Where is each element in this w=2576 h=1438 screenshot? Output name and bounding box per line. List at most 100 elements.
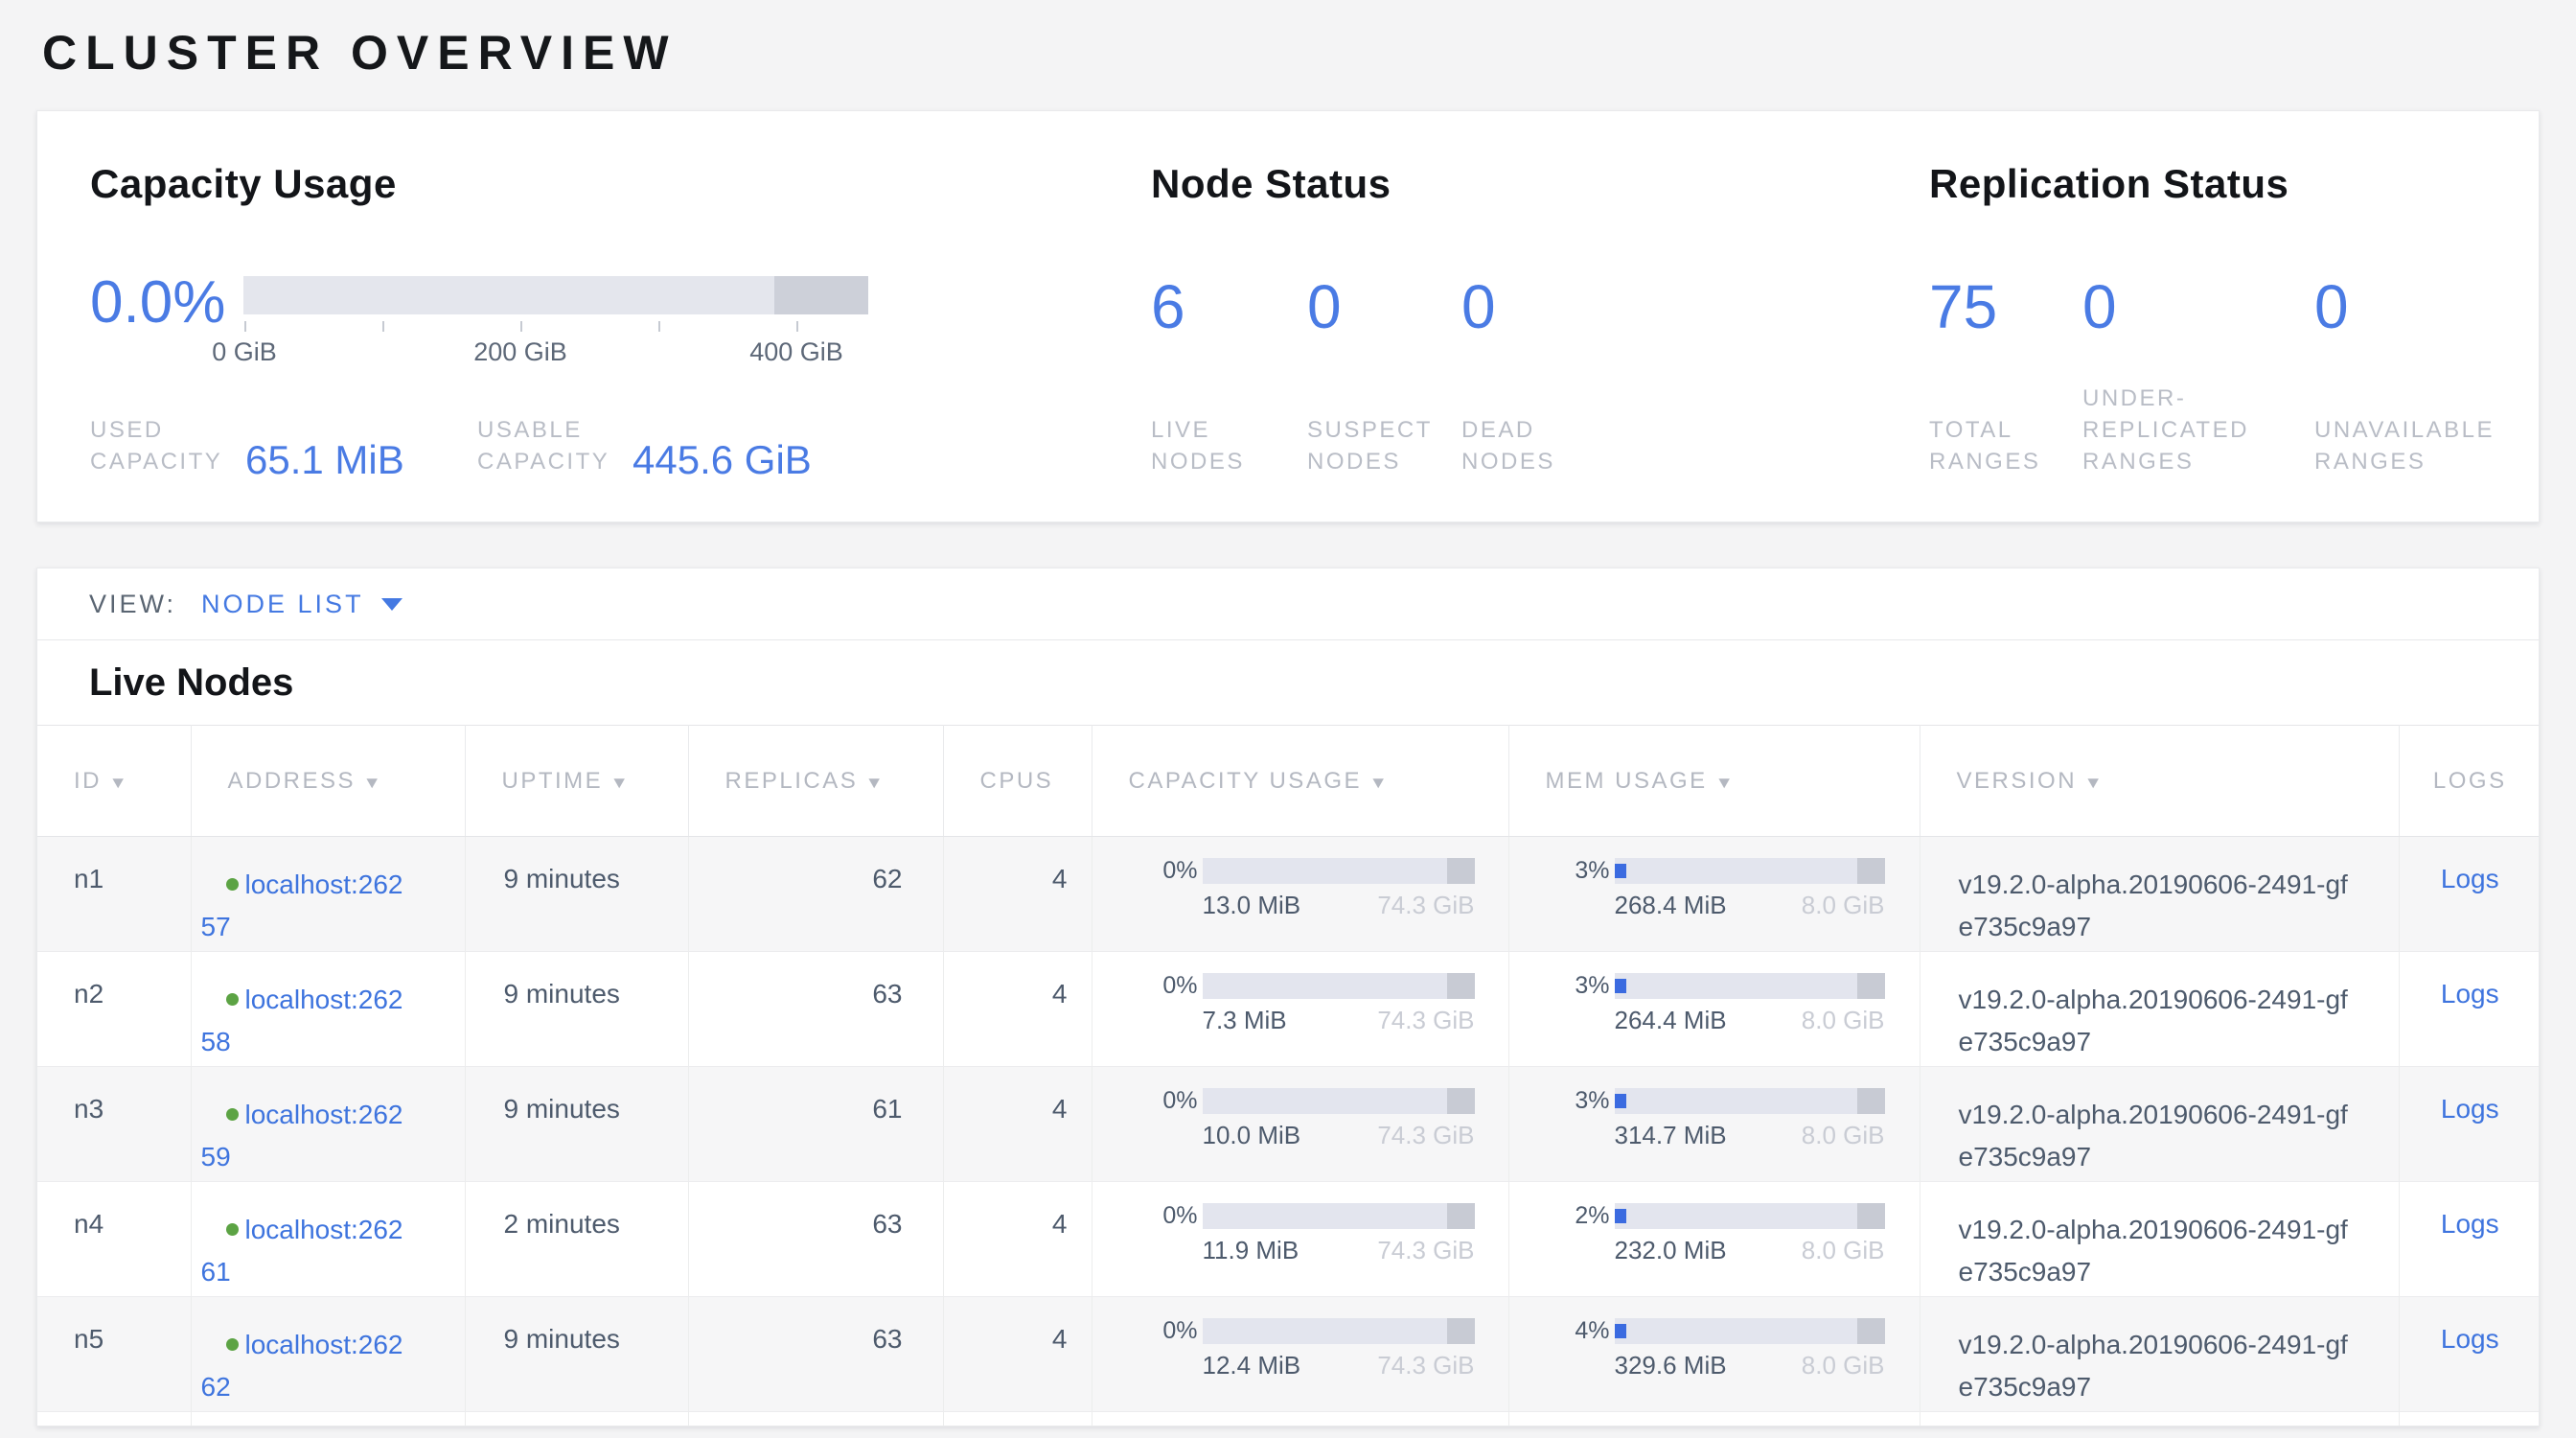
column-header-label: REPLICAS [725, 768, 859, 794]
cell-uptime: 9 minutes [465, 952, 688, 1067]
capacity-total-value: 74.3 GiB [1377, 1351, 1474, 1380]
cell-replicas: 63 [688, 1297, 943, 1412]
cell-node-id: n5 [37, 1297, 191, 1412]
version-string: v19.2.0-alpha.20190606-2491-gfe735c9a97 [1959, 1094, 2359, 1178]
live-nodes-panel: VIEW: NODE LIST Live Nodes ID▼ADDRESS▼UP… [36, 568, 2540, 1426]
cell-logs: Logs [2399, 952, 2540, 1067]
cell-version: v19.2.0-alpha.20190606-2491-gfe735c9a97 [1920, 1067, 2399, 1182]
node-status-section: Node Status 600 LIVE NODESSUSPECT NODESD… [1151, 161, 1764, 207]
column-header-label: ADDRESS [228, 768, 356, 794]
capacity-bar-dark-segment [1447, 973, 1474, 999]
cell-capacity-usage: 0%11.9 MiB74.3 GiB [1092, 1182, 1508, 1297]
memory-bar-dark-segment [1857, 1088, 1884, 1114]
version-string: v19.2.0-alpha.20190606-2491-gfe735c9a97 [1959, 1209, 2359, 1293]
cell-replicas: 63 [688, 952, 943, 1067]
column-header-label: VERSION [1957, 768, 2078, 794]
sort-descending-icon[interactable]: ▼ [2084, 774, 2105, 793]
capacity-usage-bar [1203, 1318, 1475, 1344]
cell-uptime: 2 minutes [465, 1182, 688, 1297]
replication-stat-label-cell: TOTAL RANGES [1929, 414, 2082, 477]
capacity-total-value: 74.3 GiB [1377, 1121, 1474, 1150]
memory-total-value: 8.0 GiB [1802, 1121, 1885, 1150]
column-header-label: ID [74, 768, 102, 794]
live-status-icon [226, 1338, 239, 1351]
sort-descending-icon[interactable]: ▼ [1369, 774, 1391, 793]
memory-percent-label: 3% [1554, 973, 1610, 1035]
column-header-capacity-usage[interactable]: CAPACITY USAGE ▼ [1092, 726, 1508, 837]
table-row: n4localhost:262612 minutes6340%11.9 MiB7… [37, 1182, 2540, 1297]
table-row: n3localhost:262599 minutes6140%10.0 MiB7… [37, 1067, 2540, 1182]
replication-stat-label: UNAVAILABLE RANGES [2314, 414, 2520, 477]
view-selector[interactable]: NODE LIST [201, 590, 364, 619]
memory-bar-dark-segment [1857, 973, 1884, 999]
column-header-uptime[interactable]: UPTIME▼ [465, 726, 688, 837]
cell-uptime: 9 minutes [465, 837, 688, 952]
column-header-label: LOGS [2433, 768, 2507, 794]
live-status-icon [226, 1108, 239, 1121]
capacity-total-value: 74.3 GiB [1377, 1006, 1474, 1035]
cell-memory-usage: 2%232.0 MiB8.0 GiB [1508, 1182, 1920, 1297]
memory-used-value: 268.4 MiB [1615, 891, 1727, 920]
cell-uptime: 9 minutes [465, 1067, 688, 1182]
table-title: Live Nodes [89, 661, 293, 705]
capacity-used-value: 10.0 MiB [1203, 1121, 1301, 1150]
capacity-gauge-dark-segment [774, 276, 868, 314]
capacity-used-value: 7.3 MiB [1203, 1006, 1287, 1035]
memory-percent-label: 4% [1554, 1318, 1610, 1380]
column-header-id[interactable]: ID ▼ [37, 726, 191, 837]
table-row: n1localhost:262579 minutes6240%13.0 MiB7… [37, 837, 2540, 952]
logs-link[interactable]: Logs [2441, 1209, 2499, 1239]
sort-descending-icon[interactable]: ▼ [109, 774, 130, 793]
cell-node-id: n2 [37, 952, 191, 1067]
memory-bar-dark-segment [1857, 1203, 1884, 1229]
column-header-mem-usage[interactable]: MEM USAGE▼ [1508, 726, 1920, 837]
node-stat-label: SUSPECT NODES [1307, 414, 1437, 477]
sort-descending-icon[interactable]: ▼ [610, 774, 632, 793]
cell-capacity-usage: 0%7.3 MiB74.3 GiB [1092, 952, 1508, 1067]
cell-address: localhost:26261 [191, 1182, 465, 1297]
table-row-partial [37, 1412, 2540, 1427]
memory-total-value: 8.0 GiB [1802, 891, 1885, 920]
logs-link[interactable]: Logs [2441, 979, 2499, 1009]
node-stat-label-cell: SUSPECT NODES [1307, 414, 1461, 477]
capacity-stat-label: USABLE CAPACITY [477, 414, 632, 477]
version-string: v19.2.0-alpha.20190606-2491-gfe735c9a97 [1959, 1324, 2359, 1408]
replication-stat-label-cell: UNAVAILABLE RANGES [2314, 414, 2544, 477]
view-label: VIEW: [89, 590, 176, 619]
column-header-label: CAPACITY USAGE [1129, 768, 1363, 794]
column-header-address[interactable]: ADDRESS ▼ [191, 726, 465, 837]
capacity-percent-label: 0% [1129, 1203, 1198, 1265]
sort-descending-icon[interactable]: ▼ [865, 774, 886, 793]
logs-link[interactable]: Logs [2441, 864, 2499, 893]
cell-capacity-usage: 0%13.0 MiB74.3 GiB [1092, 837, 1508, 952]
replication-stat-label: TOTAL RANGES [1929, 414, 2054, 477]
capacity-stat-value: 445.6 GiB [632, 441, 812, 479]
cell-cpus: 4 [943, 837, 1092, 952]
memory-used-value: 232.0 MiB [1615, 1236, 1727, 1265]
cell-logs: Logs [2399, 1297, 2540, 1412]
cell-uptime: 9 minutes [465, 1297, 688, 1412]
table-row: n2localhost:262589 minutes6340%7.3 MiB74… [37, 952, 2540, 1067]
cell-cpus: 4 [943, 1297, 1092, 1412]
cell-replicas: 61 [688, 1067, 943, 1182]
cell-replicas: 62 [688, 837, 943, 952]
sort-descending-icon[interactable]: ▼ [363, 774, 384, 793]
capacity-percent-label: 0% [1129, 858, 1198, 920]
capacity-bar-dark-segment [1447, 858, 1474, 884]
column-header-label: CPUS [980, 768, 1054, 794]
logs-link[interactable]: Logs [2441, 1094, 2499, 1124]
column-header-replicas[interactable]: REPLICAS ▼ [688, 726, 943, 837]
cell-cpus: 4 [943, 952, 1092, 1067]
replication-status-title: Replication Status [1929, 161, 2542, 207]
sort-descending-icon[interactable]: ▼ [1714, 774, 1736, 793]
cell-capacity-usage: 0%12.4 MiB74.3 GiB [1092, 1297, 1508, 1412]
column-header-cpus: CPUS [943, 726, 1092, 837]
capacity-gauge-bar: 0 GiB200 GiB400 GiB [243, 276, 868, 314]
capacity-stat: USABLE CAPACITY445.6 GiB [477, 414, 812, 477]
chevron-down-icon[interactable] [381, 598, 402, 611]
column-header-logs: LOGS [2399, 726, 2540, 837]
logs-link[interactable]: Logs [2441, 1324, 2499, 1354]
node-stat-label: LIVE NODES [1151, 414, 1280, 477]
replication-status-section: Replication Status 7500 TOTAL RANGESUNDE… [1929, 161, 2542, 207]
column-header-version[interactable]: VERSION ▼ [1920, 726, 2399, 837]
